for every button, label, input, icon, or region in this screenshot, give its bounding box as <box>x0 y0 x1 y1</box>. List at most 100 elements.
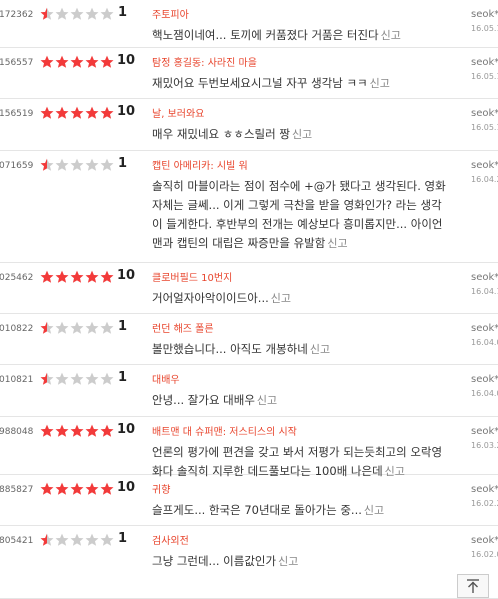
report-link[interactable]: 신고 <box>310 343 330 356</box>
reviewer-name[interactable]: seok* <box>471 426 498 437</box>
star-icon <box>55 533 69 546</box>
review-row: 156519 10 날, 보러와요 매우 재밌네요 ㅎㅎ스릴러 짱 신고 seok* 16.… <box>0 99 498 151</box>
reviewer-name[interactable]: seok* <box>471 57 498 68</box>
star-icon <box>100 158 114 171</box>
star-icon <box>85 106 99 119</box>
review-date: 16.04.1 <box>471 287 498 296</box>
report-link[interactable]: 신고 <box>327 237 347 250</box>
review-id: 156519 <box>0 109 34 119</box>
reviewer-name[interactable]: seok* <box>471 535 498 546</box>
review-text-body: 솔직히 마블이라는 점이 점수에 +@가 됐다고 생각된다. 영화자체는 글쎄.… <box>152 179 446 250</box>
review-content: 캡틴 아메리카: 시빌 워솔직히 마블이라는 점이 점수에 +@가 됐다고 생각… <box>152 160 450 253</box>
review-text: 거어얼자아악이이드아... 신고 <box>152 289 450 308</box>
review-text: 볼만했습니다... 아직도 개봉하네 신고 <box>152 340 450 359</box>
movie-title-link[interactable]: 런던 해즈 폴른 <box>152 323 450 337</box>
review-row: 988048 10 배트맨 대 슈퍼맨: 저스티스의 시작 언론의 평가에 편견을 갖… <box>0 417 498 478</box>
star-icon <box>85 55 99 68</box>
star-icon <box>40 55 54 68</box>
review-text-body: 안녕... 잘가요 대배우 <box>152 393 255 407</box>
star-icon <box>40 533 54 546</box>
review-id: 885827 <box>0 485 34 495</box>
star-icon <box>100 533 114 546</box>
star-icon <box>70 424 84 437</box>
review-content: 런던 해즈 폴른볼만했습니다... 아직도 개봉하네 신고 <box>152 323 450 359</box>
review-content: 대배우안녕... 잘가요 대배우 신고 <box>152 374 450 410</box>
star-icon <box>40 106 54 119</box>
movie-title-link[interactable]: 날, 보러와요 <box>152 108 450 122</box>
report-link[interactable]: 신고 <box>381 29 401 42</box>
star-icon <box>100 270 114 283</box>
star-icon <box>40 7 54 20</box>
movie-title-link[interactable]: 배트맨 대 슈퍼맨: 저스티스의 시작 <box>152 426 450 440</box>
rating-score: 1 <box>118 531 128 546</box>
report-link[interactable]: 신고 <box>278 555 298 568</box>
reviewer-name[interactable]: seok* <box>471 323 498 334</box>
review-date: 16.04.2 <box>471 175 498 184</box>
movie-title-link[interactable]: 검사외전 <box>152 535 450 549</box>
rating-score: 10 <box>117 480 136 495</box>
star-icon <box>100 106 114 119</box>
star-icon <box>85 7 99 20</box>
review-date: 16.04.0 <box>471 338 498 347</box>
review-row: 885827 10 귀향 슬프게도... 한국은 70년대로 돌아가는 중... 신고 s… <box>0 475 498 526</box>
review-id: 172362 <box>0 10 34 20</box>
star-icon <box>55 424 69 437</box>
review-row: 172362 1 주토피아핵노잼이네여... 토끼에 커품졌다 거품은 터진다 신고 s… <box>0 0 498 48</box>
report-link[interactable]: 신고 <box>370 77 390 90</box>
review-text: 안녕... 잘가요 대배우 신고 <box>152 391 450 410</box>
reviewer-name[interactable]: seok* <box>471 374 498 385</box>
movie-title-link[interactable]: 귀향 <box>152 484 450 498</box>
movie-title-link[interactable]: 캡틴 아메리카: 시빌 워 <box>152 160 450 174</box>
review-text: 핵노잼이네여... 토끼에 커품졌다 거품은 터진다 신고 <box>152 26 450 45</box>
rating-score: 10 <box>117 53 136 68</box>
star-icon <box>85 533 99 546</box>
rating-score: 1 <box>118 5 128 20</box>
report-link[interactable]: 신고 <box>271 292 291 305</box>
review-text-body: 재밌어요 두번보세요시그널 자꾸 생각남 ㅋㅋ <box>152 76 368 90</box>
star-icon <box>40 424 54 437</box>
review-text: 솔직히 마블이라는 점이 점수에 +@가 됐다고 생각된다. 영화자체는 글쎄.… <box>152 177 450 253</box>
star-rating <box>40 533 115 547</box>
star-icon <box>55 372 69 385</box>
star-icon <box>100 55 114 68</box>
review-id: 010821 <box>0 375 34 385</box>
star-icon <box>85 372 99 385</box>
report-link[interactable]: 신고 <box>364 504 384 517</box>
review-id: 071659 <box>0 161 34 171</box>
arrow-up-icon <box>467 579 479 593</box>
star-icon <box>70 106 84 119</box>
review-row: 156557 10 탐정 홍길동: 사라진 마을 재밌어요 두번보세요시그널 자꾸 생… <box>0 48 498 99</box>
star-icon <box>55 270 69 283</box>
movie-title-link[interactable]: 대배우 <box>152 374 450 388</box>
review-content: 주토피아핵노잼이네여... 토끼에 커품졌다 거품은 터진다 신고 <box>152 9 450 45</box>
star-icon <box>70 533 84 546</box>
reviewer-name[interactable]: seok* <box>471 272 498 283</box>
reviewer-name[interactable]: seok* <box>471 160 498 171</box>
movie-title-link[interactable]: 주토피아 <box>152 9 450 23</box>
review-id: 010822 <box>0 324 34 334</box>
report-link[interactable]: 신고 <box>257 394 277 407</box>
star-icon <box>70 7 84 20</box>
scroll-to-top-button[interactable] <box>457 574 489 598</box>
review-date: 16.03.2 <box>471 441 498 450</box>
star-icon <box>40 321 54 334</box>
reviewer-name[interactable]: seok* <box>471 9 498 20</box>
review-content: 배트맨 대 슈퍼맨: 저스티스의 시작 언론의 평가에 편견을 갖고 봐서 저평가… <box>152 426 450 481</box>
movie-title-link[interactable]: 클로버필드 10번지 <box>152 272 450 286</box>
report-link[interactable]: 신고 <box>292 128 312 141</box>
reviewer-name[interactable]: seok* <box>471 484 498 495</box>
star-rating <box>40 158 115 172</box>
reviewer-name[interactable]: seok* <box>471 108 498 119</box>
review-text-body: 핵노잼이네여... 토끼에 커품졌다 거품은 터진다 <box>152 28 379 42</box>
review-text-body: 그냥 그런데... 이름값인가 <box>152 554 277 568</box>
star-icon <box>70 55 84 68</box>
movie-title-link[interactable]: 탐정 홍길동: 사라진 마을 <box>152 57 450 71</box>
review-date: 16.02.0 <box>471 550 498 559</box>
review-id: 025462 <box>0 273 34 283</box>
star-icon <box>40 482 54 495</box>
review-row: 805421 1 검사외전그냥 그런데... 이름값인가신고 seok* 16.02.0 <box>0 526 498 599</box>
star-rating <box>40 424 115 438</box>
review-date: 16.05.1 <box>471 123 498 132</box>
star-icon <box>55 321 69 334</box>
review-date: 16.02.2 <box>471 499 498 508</box>
